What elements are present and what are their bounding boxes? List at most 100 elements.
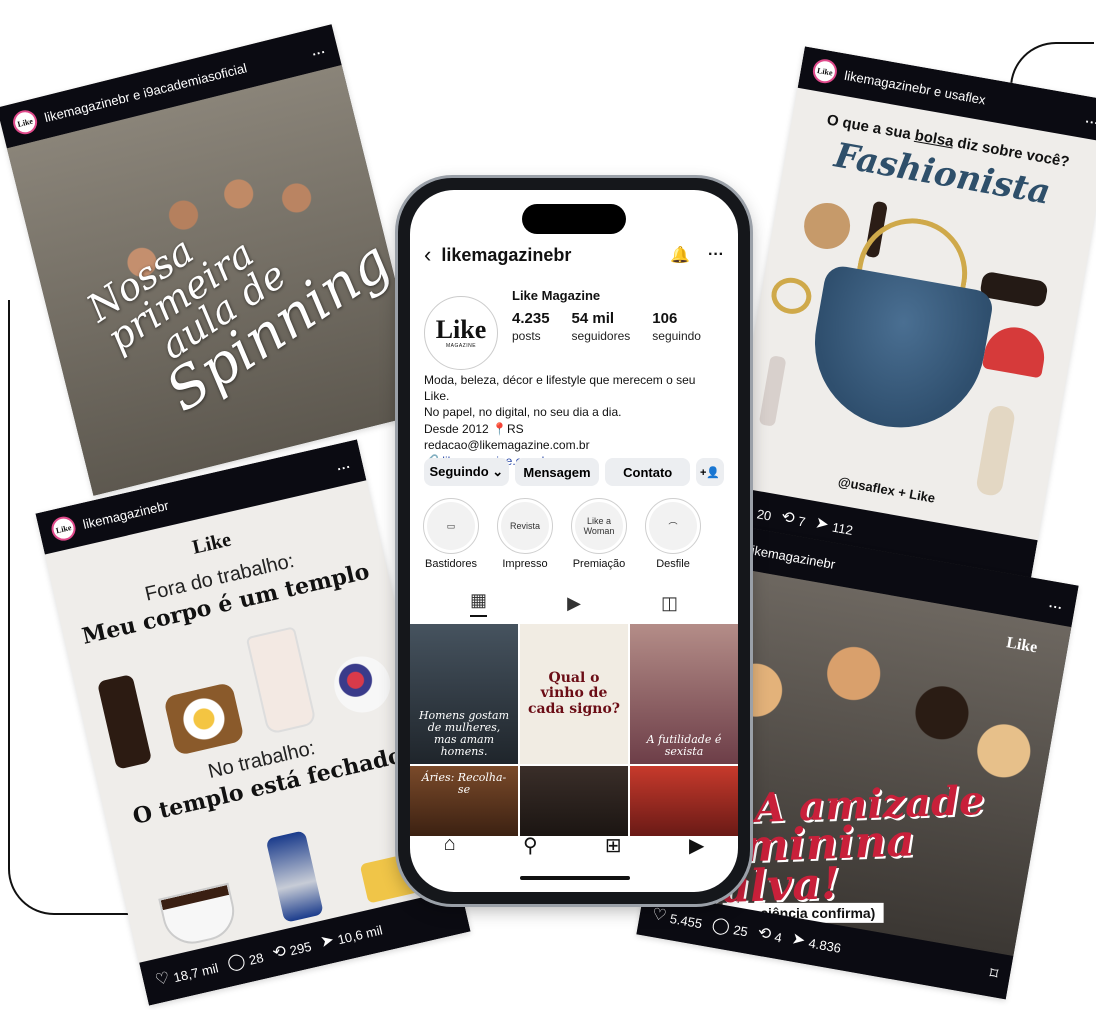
highlight-desfile[interactable]: ⌒ Desfile <box>642 498 704 570</box>
grid-post-caption: Áries: Recolha-se <box>421 771 507 797</box>
profile-username: likemagazinebr <box>441 244 572 265</box>
repost-icon: ⟲ <box>756 924 773 944</box>
repost-button[interactable]: ⟲ 7 <box>779 508 807 530</box>
repost-count: 4 <box>773 928 784 945</box>
more-options-icon[interactable]: ··· <box>708 246 724 264</box>
send-icon: ➤ <box>318 931 336 952</box>
grid-post-caption: Qual o vinho de cada signo? <box>527 669 621 717</box>
stat-label: posts <box>512 329 541 343</box>
comment-count: 20 <box>755 505 773 524</box>
bottom-nav: ⌂ ⚲ ⊞ ▶ <box>410 833 738 858</box>
like-button[interactable]: ♡ 5.455 <box>651 906 704 932</box>
post-author[interactable]: likemagazinebr <box>81 497 170 531</box>
share-count: 112 <box>831 519 855 538</box>
bookmark-icon[interactable]: ⌑ <box>988 965 999 983</box>
posts-grid: Homens gostam de mulheres, mas amam home… <box>410 624 738 836</box>
comment-icon: ◯ <box>225 952 248 973</box>
tagged-tab-icon[interactable]: ◫ <box>661 593 678 614</box>
more-options-icon[interactable]: ... <box>310 40 327 58</box>
avocado-toast-image <box>162 681 245 757</box>
question-emphasis: bolsa <box>913 126 955 151</box>
grid-post[interactable]: A futilidade é sexista <box>630 624 738 764</box>
grid-tab-icon[interactable]: ▦ <box>470 590 488 617</box>
more-options-icon[interactable]: ... <box>335 455 352 473</box>
comment-button[interactable]: ◯ 25 <box>710 916 750 939</box>
highlight-label: Impresso <box>502 558 548 570</box>
like-count: 5.455 <box>668 910 704 931</box>
highlight-ring: Revista <box>497 498 553 554</box>
profile-actions: Seguindo ⌄ Mensagem Contato +👤 <box>424 458 725 486</box>
home-icon[interactable]: ⌂ <box>444 833 456 858</box>
repost-button[interactable]: ⟲ 295 <box>271 938 313 962</box>
repost-icon: ⟲ <box>779 508 796 528</box>
avatar-logo-text: Like <box>435 315 487 344</box>
highlight-thumb-text: Revista <box>501 502 549 550</box>
add-person-button[interactable]: +👤 <box>696 458 725 486</box>
like-button[interactable]: ♡ 18,7 mil <box>154 959 220 989</box>
avatar[interactable]: Like <box>811 57 839 86</box>
share-count: 4.836 <box>807 934 843 956</box>
like-count: 18,7 mil <box>171 959 220 985</box>
message-button[interactable]: Mensagem <box>514 458 600 486</box>
highlight-label: Desfile <box>656 558 690 570</box>
profile-stats: 4.235 posts 54 mil seguidores 106 seguindo <box>512 310 701 345</box>
highlight-impresso[interactable]: Revista Impresso <box>494 498 556 570</box>
avatar[interactable]: Like <box>49 514 78 544</box>
notification-bell-icon[interactable]: 🔔 <box>670 245 690 265</box>
yopro-drink-image <box>97 673 153 770</box>
bio-line: No papel, no digital, no seu dia a dia. <box>424 405 622 420</box>
highlight-label: Premiação <box>572 558 626 570</box>
send-icon: ➤ <box>790 930 807 950</box>
blue-handbag-image <box>801 263 995 441</box>
share-button[interactable]: ➤ 112 <box>814 515 855 538</box>
highlight-ring: ▭ <box>423 498 479 554</box>
highlight-bastidores[interactable]: ▭ Bastidores <box>420 498 482 570</box>
bio-email[interactable]: redacao@likemagazine.com.br <box>424 437 724 453</box>
highlight-label: Bastidores <box>425 558 477 570</box>
comment-button[interactable]: ◯ 28 <box>225 949 265 973</box>
post-author[interactable]: likemagazinebr <box>748 542 837 572</box>
earrings-image <box>768 274 815 318</box>
comment-count: 28 <box>247 949 265 968</box>
reels-icon[interactable]: ▶ <box>689 833 704 858</box>
bio-line: Desde 2012 📍RS <box>424 421 524 436</box>
grid-post[interactable]: Homens gostam de mulheres, mas amam home… <box>410 624 518 764</box>
search-icon[interactable]: ⚲ <box>523 833 538 858</box>
share-button[interactable]: ➤ 4.836 <box>790 930 843 956</box>
grid-post[interactable]: Qual o vinho de cada signo? <box>520 624 628 764</box>
heart-icon: ♡ <box>153 969 172 990</box>
share-button[interactable]: ➤ 10,6 mil <box>319 921 384 951</box>
profile-bio: Moda, beleza, décor e lifestyle que mere… <box>424 372 724 469</box>
create-post-icon[interactable]: ⊞ <box>605 833 622 858</box>
back-arrow-icon[interactable]: ‹ <box>424 242 431 268</box>
grid-post[interactable] <box>630 766 738 836</box>
contact-button[interactable]: Contato <box>605 458 691 486</box>
highlight-premiacao[interactable]: Like a Woman Premiação <box>568 498 630 570</box>
avatar[interactable]: Like <box>10 107 40 137</box>
home-indicator <box>520 876 630 880</box>
profile-header: ‹ likemagazinebr 🔔 ··· <box>424 242 724 268</box>
more-options-icon[interactable]: ... <box>1048 595 1064 612</box>
stat-label: seguidores <box>571 329 631 343</box>
grid-post[interactable]: Áries: Recolha-se <box>410 766 518 836</box>
grid-post[interactable] <box>520 766 628 836</box>
more-options-icon[interactable]: ... <box>1085 110 1096 127</box>
comment-count: 25 <box>732 921 750 939</box>
stat-posts[interactable]: 4.235 posts <box>512 310 550 345</box>
grid-post-caption: A futilidade é sexista <box>646 732 722 758</box>
repost-button[interactable]: ⟲ 4 <box>756 924 784 945</box>
highlight-ring: ⌒ <box>645 498 701 554</box>
following-button[interactable]: Seguindo ⌄ <box>424 458 509 486</box>
comment-icon: ◯ <box>710 916 732 937</box>
stat-value: 106 <box>652 310 678 327</box>
post-card-fashionista[interactable]: Like likemagazinebr e usaflex ... O que … <box>719 46 1096 584</box>
highlight-ring: Like a Woman <box>571 498 627 554</box>
repost-icon: ⟲ <box>270 942 288 963</box>
stat-following[interactable]: 106 seguindo <box>652 310 701 345</box>
phone-mockup: ‹ likemagazinebr 🔔 ··· Like MAGAZINE Lik… <box>398 178 750 904</box>
stat-followers[interactable]: 54 mil seguidores <box>572 310 631 345</box>
reels-tab-icon[interactable]: ▶ <box>567 593 581 614</box>
avatar[interactable]: Like MAGAZINE <box>424 296 498 370</box>
compact-powder-image <box>800 199 854 253</box>
post-author[interactable]: likemagazinebr e usaflex <box>843 67 987 107</box>
